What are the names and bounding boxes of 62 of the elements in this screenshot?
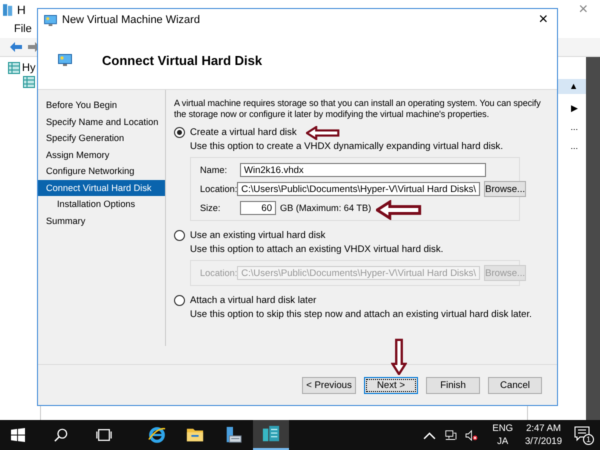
option-description: Use this option to attach an existing VHDX virtual hard disk.: [189, 243, 444, 257]
radio-button[interactable]: [174, 294, 185, 306]
wizard-step[interactable]: Summary: [38, 212, 165, 229]
wizard-step[interactable]: Specify Generation: [38, 130, 165, 146]
size-field[interactable]: 60: [240, 201, 276, 215]
monitor-icon: [58, 54, 72, 66]
windows-logo-icon[interactable]: [10, 428, 26, 442]
search-icon[interactable]: [53, 428, 69, 442]
window-title: New Virtual Machine Wizard: [62, 14, 201, 26]
wizard-step[interactable]: Connect Virtual Hard Disk: [38, 180, 165, 196]
wizard-button[interactable]: < Previous: [302, 376, 356, 394]
notification-center-button[interactable]: 1: [574, 426, 592, 444]
option-description: Use this option to skip this step now and attach an existing virtual hard disk later.: [189, 308, 533, 322]
name-field[interactable]: Win2k16.vhdx: [240, 163, 486, 177]
menu-item[interactable]: File: [14, 23, 32, 35]
field-label: Location:: [200, 184, 238, 194]
clock[interactable]: 2:47 AM 3/7/2019: [525, 422, 562, 448]
server-grid-icon: [8, 62, 20, 74]
monitor-icon: [44, 14, 57, 26]
wizard-step[interactable]: Assign Memory: [38, 146, 165, 163]
option-label[interactable]: Attach a virtual hard disk later: [190, 294, 316, 306]
radio-button[interactable]: [174, 126, 185, 138]
network-icon[interactable]: [444, 430, 458, 440]
caret-up-icon[interactable]: [423, 430, 436, 440]
globe-icon: [148, 426, 166, 444]
size-unit-text: GB (Maximum: 64 TB): [280, 203, 372, 213]
option-label[interactable]: Create a virtual hard disk: [190, 126, 297, 138]
task-view-icon[interactable]: [96, 428, 112, 442]
taskbar-app[interactable]: [253, 420, 289, 450]
browse-button[interactable]: Browse...: [484, 181, 526, 197]
folder-icon: [186, 426, 204, 444]
field-label: Name:: [200, 165, 228, 175]
wizard-button[interactable]: Next >: [364, 376, 418, 394]
close-button[interactable]: ×: [538, 11, 548, 29]
server-grid-icon: [262, 425, 280, 443]
wizard-step[interactable]: Specify Name and Location: [38, 114, 165, 130]
muted-speaker-icon[interactable]: [465, 430, 478, 440]
tree-item[interactable]: Hy: [22, 62, 36, 74]
back-arrow-icon[interactable]: [10, 42, 22, 52]
option-description: Use this option to create a VHDX dynamically expanding virtual hard disk.: [189, 140, 504, 154]
annotation-arrow: [391, 338, 407, 375]
location-field[interactable]: C:\Users\Public\Documents\Hyper-V\Virtual Hard Disks\: [237, 182, 480, 196]
field-label: Location:: [200, 268, 238, 278]
speech-bubble-icon: [574, 426, 590, 442]
page-heading: Connect Virtual Hard Disk: [102, 52, 262, 68]
server-icon: [3, 4, 13, 16]
close-button[interactable]: ×: [578, 1, 588, 19]
wizard-button[interactable]: Finish: [426, 376, 480, 394]
annotation-arrow: [376, 200, 422, 220]
language-indicator[interactable]: ENG JA: [492, 422, 514, 448]
scrollbar[interactable]: [586, 57, 600, 420]
server-grid-icon: [23, 76, 35, 88]
annotation-arrow: [306, 126, 340, 140]
wizard-step[interactable]: Before You Begin: [38, 97, 165, 114]
notification-count: 1: [583, 434, 594, 445]
wizard-button[interactable]: Cancel: [488, 376, 542, 394]
server-icon: [224, 426, 242, 444]
intro-text: A virtual machine requires storage so that you can install an operating system. You can specify the storage now or configure it later by modifying the virtual machine's properties.: [174, 98, 542, 120]
window-title: H: [17, 3, 27, 17]
field-label: Size:: [200, 203, 222, 213]
wizard-step[interactable]: Installation Options: [38, 196, 165, 212]
wizard-step[interactable]: Configure Networking: [38, 163, 165, 180]
